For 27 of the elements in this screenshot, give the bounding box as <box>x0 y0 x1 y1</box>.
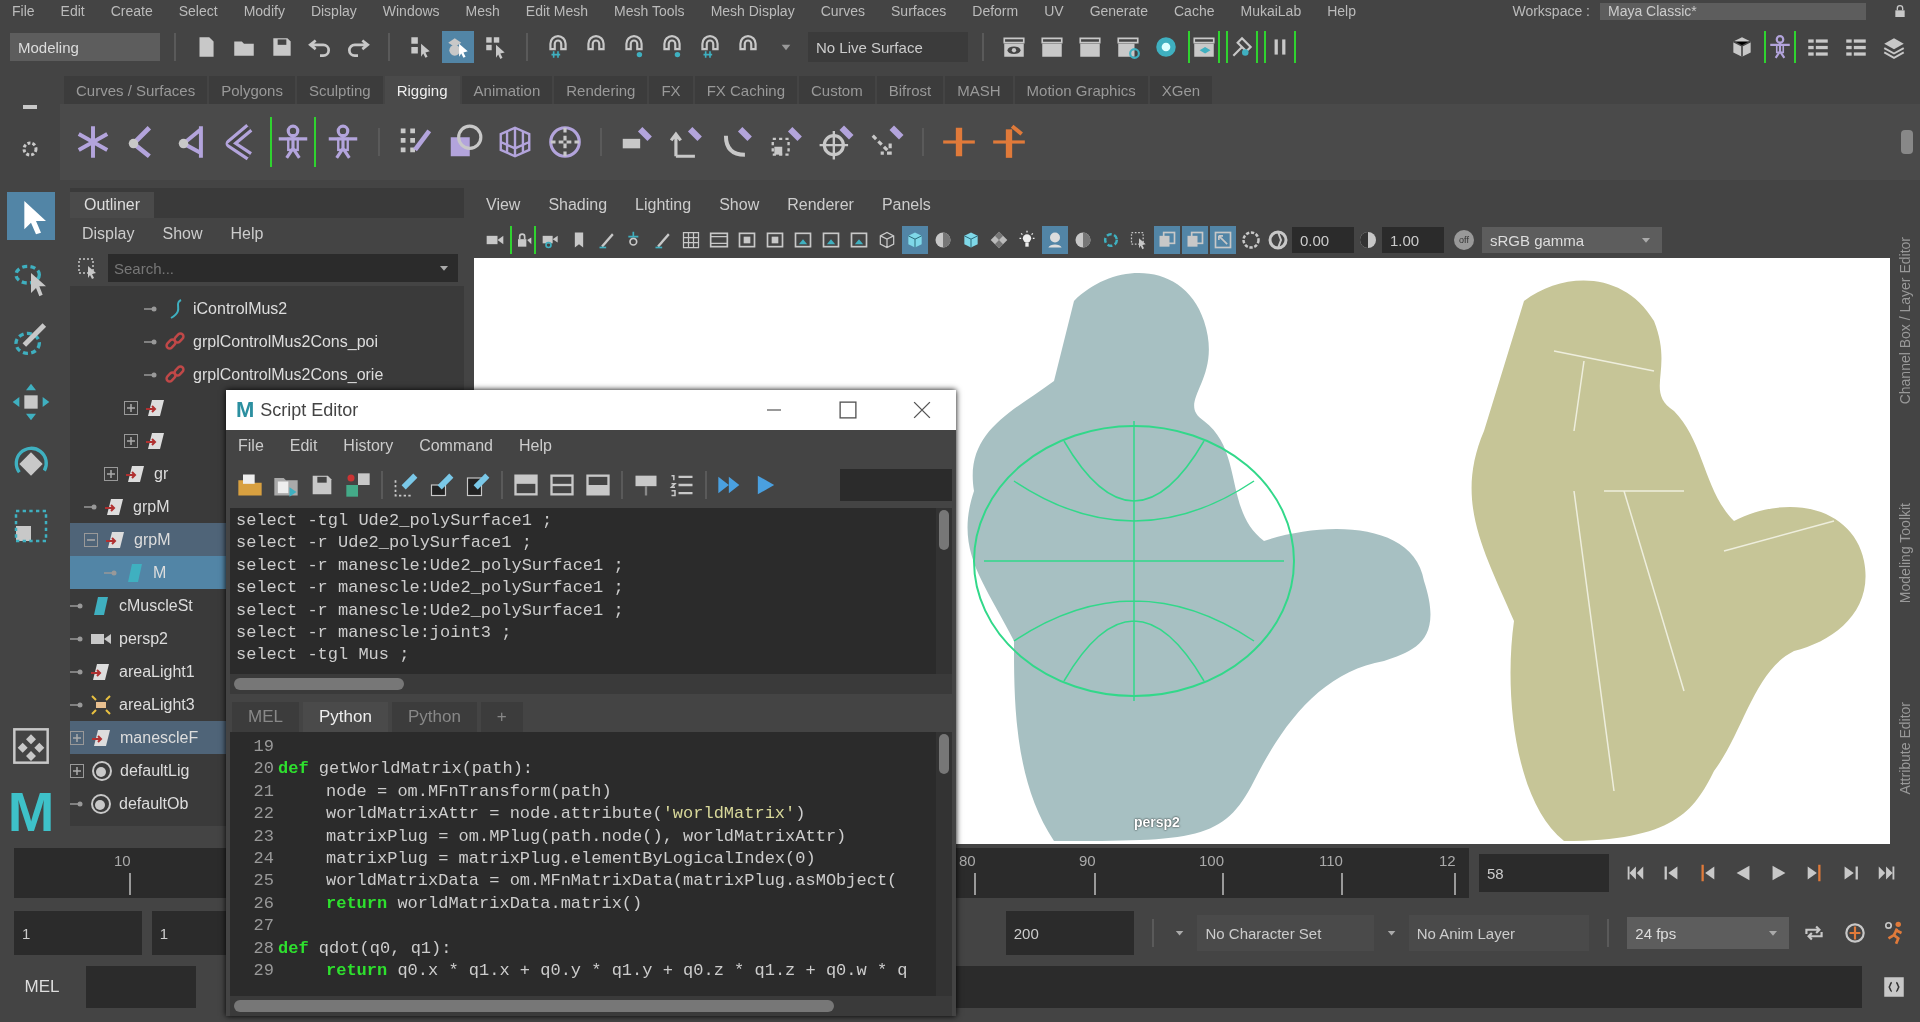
camera-label: persp2 <box>1134 814 1180 830</box>
code-line: matrixPlug = matrixPlug.elementByLogicalIndex(0) <box>326 848 816 868</box>
maya-logo: M <box>236 397 255 423</box>
line-number: 21 <box>252 780 274 803</box>
line-number: 19 <box>252 736 274 758</box>
code-line: def qdot(q0, q1): <box>278 938 452 958</box>
line-number: 25 <box>252 870 274 893</box>
history-line: select -tgl Mus ; <box>236 644 411 667</box>
code-line: return q0.x * q1.x + q0.y * q1.y + q0.z * q1.z + q0.w * q <box>326 960 908 980</box>
frame-tick: 80 <box>959 852 976 895</box>
line-number: 20 <box>252 758 274 781</box>
frame-tick: 100 <box>1199 852 1225 895</box>
line-number: 29 <box>252 959 274 982</box>
line-number: 22 <box>252 803 274 826</box>
frame-tick: 12 <box>1439 852 1456 895</box>
workspace-label: Workspace : <box>1512 3 1590 19</box>
line-number: 27 <box>252 915 274 938</box>
frame-tick: 110 <box>1319 852 1343 895</box>
code-line: worldMatrixData = om.MFnMatrixData(matrixPlug.asMObject( <box>326 871 898 891</box>
maya-logo: M <box>7 784 55 840</box>
code-line: return worldMatrixData.matrix() <box>326 893 643 913</box>
line-number: 23 <box>252 825 274 848</box>
panel-title: Outliner <box>70 192 155 218</box>
frame-tick: 10 <box>114 852 131 895</box>
frame-tick: 90 <box>1079 852 1096 895</box>
window-title: Script Editor <box>260 399 359 421</box>
line-number: 24 <box>252 847 274 870</box>
